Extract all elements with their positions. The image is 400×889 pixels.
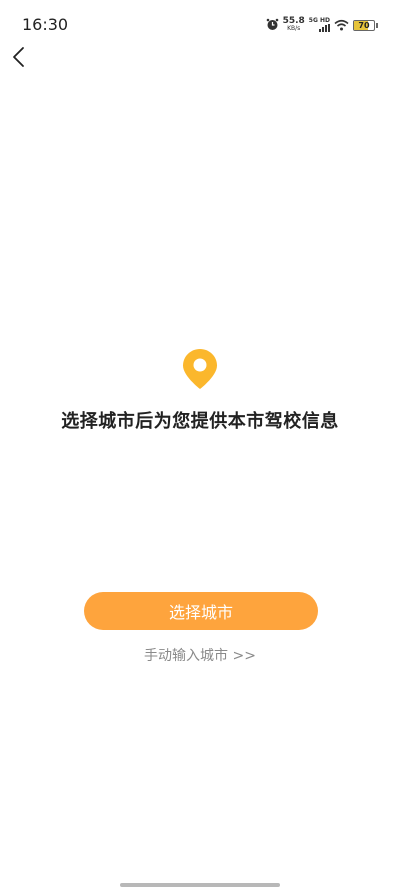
back-button[interactable] — [6, 45, 30, 69]
net-speed: 55.8 KB/s — [283, 17, 305, 33]
status-time: 16:30 — [22, 15, 69, 34]
battery-level: 70 — [358, 20, 370, 30]
screen: 16:30 55.8 KB/s 5G HD 70 选择城市后为您提供本市驾校信息… — [0, 0, 400, 889]
signal-icon: 5G HD — [309, 18, 330, 32]
net-speed-value: 55.8 — [282, 16, 305, 26]
alarm-icon — [266, 16, 279, 35]
select-city-button[interactable]: 选择城市 — [84, 592, 318, 630]
battery-icon: 70 — [353, 19, 378, 31]
battery: 70 — [353, 19, 375, 31]
headline: 选择城市后为您提供本市驾校信息 — [61, 411, 339, 432]
net-speed-unit: KB/s — [287, 25, 301, 32]
manual-input-city-link[interactable]: 手动输入城市 >> — [0, 645, 400, 665]
wifi-icon — [334, 16, 349, 35]
status-icons: 55.8 KB/s 5G HD 70 — [266, 16, 378, 34]
status-bar: 16:30 55.8 KB/s 5G HD 70 — [0, 0, 400, 46]
location-pin-icon — [181, 347, 219, 391]
chevron-left-icon — [13, 47, 24, 67]
home-indicator[interactable] — [120, 883, 280, 887]
